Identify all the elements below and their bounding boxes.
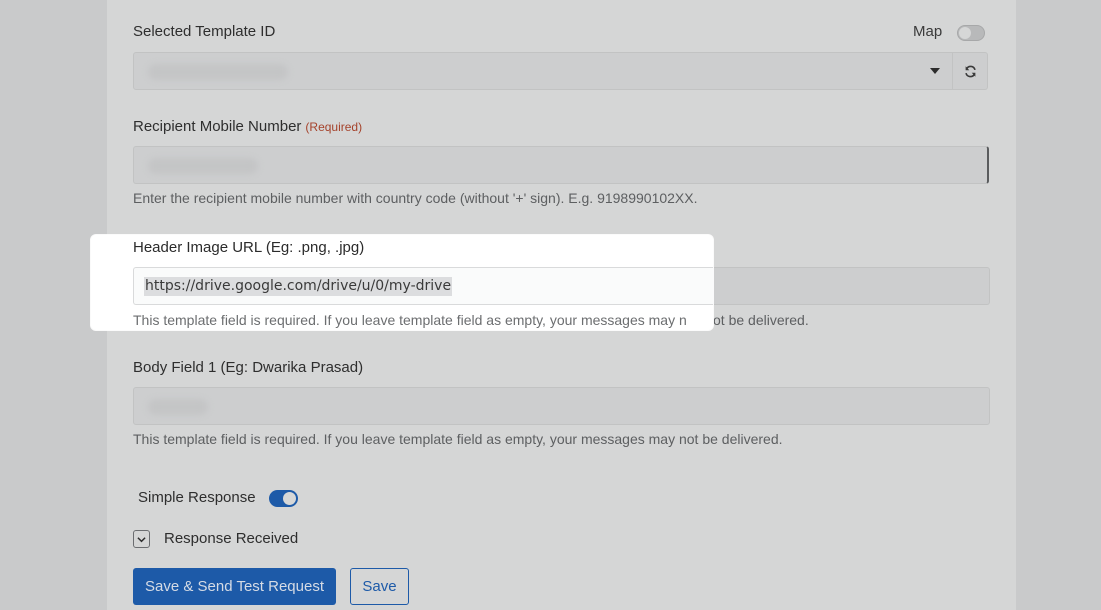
template-id-redacted xyxy=(148,64,288,80)
response-received-expand[interactable] xyxy=(133,530,150,548)
simple-response-toggle-knob xyxy=(283,492,296,505)
map-toggle-knob xyxy=(959,27,971,39)
header-image-label: Header Image URL (Eg: .png, .jpg) xyxy=(133,239,365,256)
save-send-test-button[interactable]: Save & Send Test Request xyxy=(133,568,336,605)
header-image-input[interactable]: https://drive.google.com/drive/u/0/my-dr… xyxy=(133,267,713,305)
header-image-help-rest: ot be delivered. xyxy=(713,312,809,328)
recipient-label: Recipient Mobile Number (Required) xyxy=(133,118,362,135)
body-field-label: Body Field 1 (Eg: Dwarika Prasad) xyxy=(133,359,364,376)
body-field-input[interactable] xyxy=(133,387,990,425)
refresh-button[interactable] xyxy=(953,52,988,90)
header-image-help: This template field is required. If you … xyxy=(133,312,687,328)
template-id-label: Selected Template ID xyxy=(133,23,276,40)
recipient-mobile-redacted xyxy=(148,158,258,174)
chevron-down-icon xyxy=(137,536,146,542)
highlight-panel: Header Image URL (Eg: .png, .jpg) https:… xyxy=(91,235,713,330)
template-id-select[interactable] xyxy=(133,52,953,90)
response-received-label: Response Received xyxy=(164,530,299,547)
recipient-mobile-input[interactable] xyxy=(133,146,989,184)
simple-response-toggle[interactable] xyxy=(269,490,298,507)
body-field-help: This template field is required. If you … xyxy=(133,431,783,447)
recipient-help: Enter the recipient mobile number with c… xyxy=(133,190,698,206)
map-toggle[interactable] xyxy=(957,25,985,41)
refresh-icon xyxy=(964,65,976,77)
save-button[interactable]: Save xyxy=(350,568,409,605)
map-label: Map xyxy=(913,23,943,40)
header-image-input-rest[interactable] xyxy=(713,267,990,305)
body-field-redacted xyxy=(148,399,208,415)
header-image-value: https://drive.google.com/drive/u/0/my-dr… xyxy=(144,277,453,296)
recipient-label-text: Recipient Mobile Number xyxy=(133,118,302,135)
caret-down-icon xyxy=(930,68,940,74)
required-marker: (Required) xyxy=(305,120,363,134)
simple-response-label: Simple Response xyxy=(138,489,256,506)
